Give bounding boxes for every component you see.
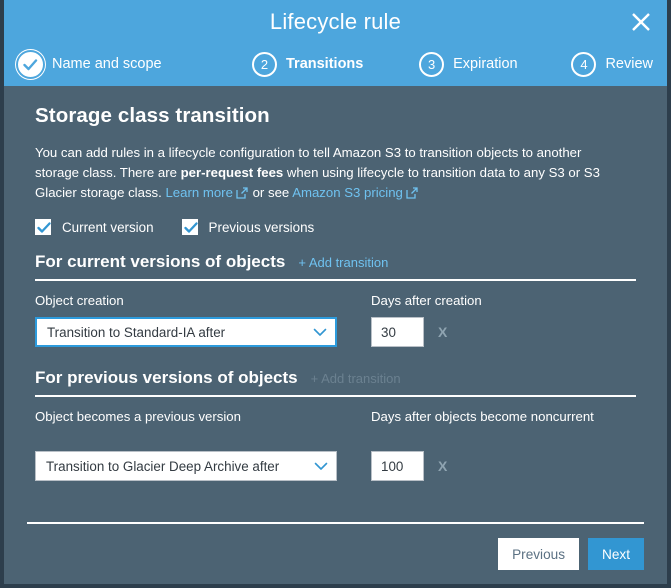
footer-divider xyxy=(27,522,644,524)
amazon-s3-pricing-link[interactable]: Amazon S3 pricing xyxy=(292,185,403,200)
dialog-title: Lifecycle rule xyxy=(269,9,402,34)
step-3-number: 3 xyxy=(419,51,445,77)
previous-versions-row: Object becomes a previous version Transi… xyxy=(35,408,636,481)
add-transition-previous-link: + Add transition xyxy=(310,371,401,386)
object-creation-select-value: Transition to Standard-IA after xyxy=(47,324,226,340)
description-bold: per-request fees xyxy=(180,165,284,180)
next-button[interactable]: Next xyxy=(588,538,644,570)
wizard-step-2-label: Transitions xyxy=(286,56,364,72)
checkbox-previous-versions-label: Previous versions xyxy=(208,219,315,235)
days-after-creation-group: X xyxy=(371,317,636,347)
checkbox-current-version-label: Current version xyxy=(62,219,154,235)
wizard-step-transitions[interactable]: 2 Transitions xyxy=(252,51,364,77)
days-after-noncurrent-input[interactable] xyxy=(371,451,424,481)
current-versions-heading: For current versions of objects + Add tr… xyxy=(35,252,636,272)
object-becomes-previous-label: Object becomes a previous version xyxy=(35,409,241,424)
dialog-content: Storage class transition You can add rul… xyxy=(4,86,667,522)
page-title: Storage class transition xyxy=(35,104,270,127)
previous-versions-heading: For previous versions of objects + Add t… xyxy=(35,368,636,388)
wizard-step-review[interactable]: 4 Review xyxy=(571,51,653,77)
days-after-noncurrent-group: X xyxy=(371,451,636,481)
current-versions-left-col: Object creation Transition to Standard-I… xyxy=(35,292,365,347)
dialog-header: Lifecycle rule Name and scope 2 Transiti… xyxy=(4,0,667,86)
days-after-creation-input[interactable] xyxy=(371,317,424,347)
wizard-steps: Name and scope 2 Transitions 3 Expiratio… xyxy=(4,44,667,84)
current-versions-block: For current versions of objects + Add tr… xyxy=(35,252,636,347)
days-after-noncurrent-label: Days after objects become noncurrent xyxy=(371,409,594,424)
add-transition-current-link[interactable]: + Add transition xyxy=(298,255,388,270)
current-versions-row: Object creation Transition to Standard-I… xyxy=(35,292,636,347)
checkbox-checked-icon xyxy=(181,219,198,235)
lifecycle-rule-dialog: Lifecycle rule Name and scope 2 Transiti… xyxy=(0,0,671,588)
footer-buttons: Previous Next xyxy=(27,538,644,570)
learn-more-link[interactable]: Learn more xyxy=(165,185,232,200)
previous-versions-title: For previous versions of objects xyxy=(35,368,298,387)
checkbox-current-version[interactable]: Current version xyxy=(35,219,154,235)
chevron-down-icon xyxy=(313,325,327,340)
current-versions-title: For current versions of objects xyxy=(35,252,286,271)
divider xyxy=(35,395,636,397)
previous-versions-right-col: Days after objects become noncurrent X xyxy=(365,408,636,481)
chevron-down-icon xyxy=(314,459,328,474)
wizard-step-1-label: Name and scope xyxy=(52,56,162,72)
step-1-check-icon xyxy=(18,51,43,77)
checkbox-checked-icon xyxy=(35,219,51,235)
checkbox-previous-versions[interactable]: Previous versions xyxy=(181,219,315,235)
object-becomes-previous-select[interactable]: Transition to Glacier Deep Archive after xyxy=(35,451,337,481)
wizard-step-expiration[interactable]: 3 Expiration xyxy=(419,51,518,77)
divider xyxy=(35,279,636,281)
step-4-number: 4 xyxy=(571,51,597,77)
remove-current-transition-button[interactable]: X xyxy=(438,317,447,347)
wizard-step-3-label: Expiration xyxy=(453,56,518,72)
object-creation-select[interactable]: Transition to Standard-IA after xyxy=(35,317,337,347)
current-versions-right-col: Days after creation X xyxy=(365,292,636,347)
description-text: You can add rules in a lifecycle configu… xyxy=(35,143,627,205)
description-part-3: or see xyxy=(248,185,293,200)
days-after-creation-label: Days after creation xyxy=(371,293,482,308)
step-2-number: 2 xyxy=(252,51,277,77)
object-becomes-previous-select-value: Transition to Glacier Deep Archive after xyxy=(46,458,280,474)
external-link-icon xyxy=(236,185,248,205)
external-link-icon xyxy=(406,185,418,205)
object-creation-label: Object creation xyxy=(35,293,124,308)
previous-versions-block: For previous versions of objects + Add t… xyxy=(35,368,636,481)
previous-versions-left-col: Object becomes a previous version Transi… xyxy=(35,408,365,481)
close-icon[interactable] xyxy=(625,6,657,38)
wizard-step-name-and-scope[interactable]: Name and scope xyxy=(18,51,162,77)
wizard-step-4-label: Review xyxy=(605,56,653,72)
version-checkboxes: Current version Previous versions xyxy=(35,219,636,235)
remove-previous-transition-button[interactable]: X xyxy=(438,451,447,481)
previous-button[interactable]: Previous xyxy=(498,538,579,570)
dialog-footer: Previous Next xyxy=(4,522,667,584)
